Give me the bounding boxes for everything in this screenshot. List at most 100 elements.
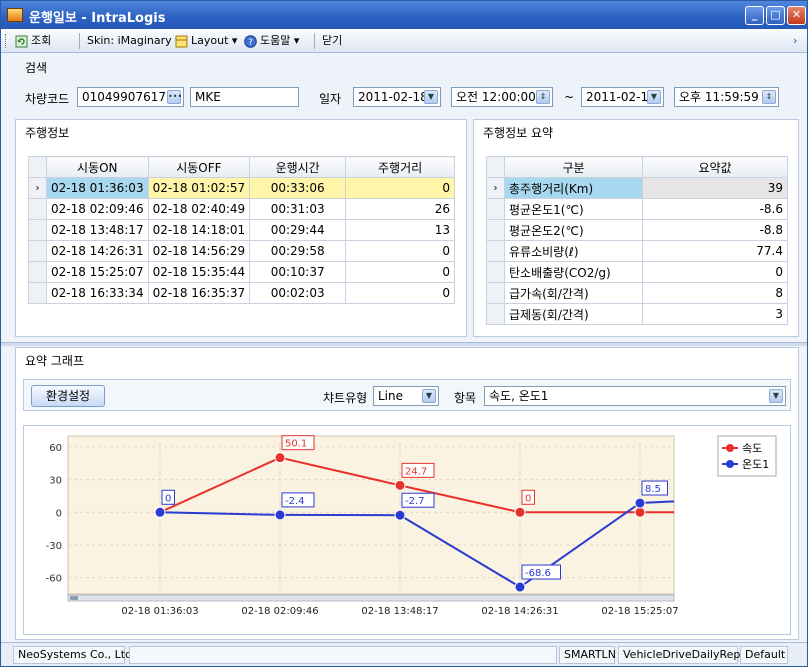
row-header bbox=[486, 303, 505, 325]
close-window-button[interactable]: ✕ bbox=[787, 6, 806, 25]
x-tick-label: 02-18 02:09:46 bbox=[241, 606, 318, 617]
vehicle-name-field[interactable]: MKE bbox=[190, 87, 299, 107]
table-cell[interactable]: 평균온도1(℃) bbox=[504, 198, 643, 220]
table-row[interactable]: 평균온도2(℃) -8.8 bbox=[486, 219, 788, 241]
table-cell[interactable]: 00:29:44 bbox=[249, 219, 347, 241]
table-cell[interactable]: 02-18 01:36:03 bbox=[46, 177, 149, 199]
date-from-value: 2011-02-18 bbox=[358, 90, 428, 104]
table-cell[interactable]: 00:31:03 bbox=[249, 198, 347, 220]
item-select[interactable]: 속도, 온도1 ▼ bbox=[484, 386, 786, 406]
spin-icon[interactable]: ⇕ bbox=[762, 90, 776, 104]
help-menu-label: 도움말 bbox=[260, 34, 291, 47]
table-cell[interactable]: 8 bbox=[642, 282, 788, 304]
table-row[interactable]: 02-18 14:26:31 02-18 14:56:29 00:29:58 0 bbox=[28, 240, 455, 262]
table-row[interactable]: › 총주행거리(Km) 39 bbox=[486, 177, 788, 199]
help-menu[interactable]: ? 도움말 ▾ bbox=[244, 33, 299, 49]
minimize-button[interactable]: _ bbox=[745, 6, 764, 25]
table-row[interactable]: 유류소비량(ℓ) 77.4 bbox=[486, 240, 788, 262]
table-cell[interactable]: 급제동(회/간격) bbox=[504, 303, 643, 325]
table-cell[interactable]: 00:02:03 bbox=[249, 282, 347, 304]
legend-marker bbox=[726, 460, 734, 468]
splitter[interactable] bbox=[1, 342, 807, 346]
table-cell[interactable]: 13 bbox=[345, 219, 455, 241]
table-cell[interactable]: 02-18 01:02:57 bbox=[147, 177, 251, 199]
time-to-spinner[interactable]: 오후 11:59:59 ⇕ bbox=[674, 87, 779, 107]
table-cell[interactable]: 0 bbox=[642, 261, 788, 283]
search-toolbar-button[interactable]: 조회 bbox=[15, 33, 51, 49]
table-cell[interactable]: 02-18 15:25:07 bbox=[46, 261, 149, 283]
table-cell[interactable]: 급가속(회/간격) bbox=[504, 282, 643, 304]
table-row[interactable]: 급제동(회/간격) 3 bbox=[486, 303, 788, 325]
table-cell[interactable]: 77.4 bbox=[642, 240, 788, 262]
table-row[interactable]: 평균온도1(℃) -8.6 bbox=[486, 198, 788, 220]
table-cell[interactable]: 02-18 02:40:49 bbox=[147, 198, 251, 220]
table-cell[interactable]: 평균온도2(℃) bbox=[504, 219, 643, 241]
table-cell[interactable]: 유류소비량(ℓ) bbox=[504, 240, 643, 262]
table-row[interactable]: 02-18 13:48:17 02-18 14:18:01 00:29:44 1… bbox=[28, 219, 455, 241]
date-from-picker[interactable]: 2011-02-18 ▼ bbox=[353, 87, 441, 107]
table-cell[interactable]: 00:10:37 bbox=[249, 261, 347, 283]
table-cell[interactable]: 02-18 14:56:29 bbox=[147, 240, 251, 262]
column-header[interactable]: 시동ON bbox=[46, 156, 149, 178]
table-cell[interactable]: 0 bbox=[345, 240, 455, 262]
chevron-down-icon[interactable]: ▼ bbox=[422, 389, 436, 403]
column-header[interactable]: 주행거리 bbox=[345, 156, 455, 178]
table-row[interactable]: 02-18 16:33:34 02-18 16:35:37 00:02:03 0 bbox=[28, 282, 455, 304]
settings-button[interactable]: 환경설정 bbox=[31, 385, 105, 407]
table-cell[interactable]: 02-18 15:35:44 bbox=[147, 261, 251, 283]
table-cell[interactable]: 총주행거리(Km) bbox=[504, 177, 643, 199]
y-tick-label: -30 bbox=[46, 541, 62, 552]
table-cell[interactable]: 02-18 14:26:31 bbox=[46, 240, 149, 262]
legend-label: 온도1 bbox=[742, 458, 769, 471]
table-cell[interactable]: 00:29:58 bbox=[249, 240, 347, 262]
column-header[interactable]: 운행시간 bbox=[249, 156, 347, 178]
table-header-row: 구분 요약값 bbox=[486, 156, 788, 178]
table-row[interactable]: 급가속(회/간격) 8 bbox=[486, 282, 788, 304]
status-code: SMARTLN bbox=[559, 646, 616, 664]
table-row[interactable]: 탄소배출량(CO2/g) 0 bbox=[486, 261, 788, 283]
table-cell[interactable]: 02-18 02:09:46 bbox=[46, 198, 149, 220]
time-from-spinner[interactable]: 오전 12:00:00 ⇕ bbox=[451, 87, 553, 107]
table-row[interactable]: › 02-18 01:36:03 02-18 01:02:57 00:33:06… bbox=[28, 177, 455, 199]
current-row-indicator-icon: › bbox=[28, 177, 47, 199]
layout-menu[interactable]: Layout ▾ bbox=[175, 33, 237, 49]
y-tick-label: -60 bbox=[46, 574, 62, 585]
column-header[interactable]: 시동OFF bbox=[147, 156, 251, 178]
table-cell[interactable]: 탄소배출량(CO2/g) bbox=[504, 261, 643, 283]
table-cell[interactable]: 0 bbox=[345, 261, 455, 283]
chevron-down-icon[interactable]: ▼ bbox=[769, 389, 783, 403]
table-cell[interactable]: 02-18 16:33:34 bbox=[46, 282, 149, 304]
table-cell[interactable]: 3 bbox=[642, 303, 788, 325]
title-bar: 운행일보 - IntraLogis _ □ ✕ bbox=[1, 1, 807, 29]
ellipsis-icon[interactable]: ••• bbox=[167, 90, 182, 104]
table-cell[interactable]: 00:33:06 bbox=[249, 177, 347, 199]
toolbar-grip[interactable] bbox=[5, 34, 8, 48]
app-window: 운행일보 - IntraLogis _ □ ✕ 조회 Skin: iMagina… bbox=[0, 0, 808, 667]
maximize-button[interactable]: □ bbox=[766, 6, 785, 25]
layout-icon bbox=[175, 35, 188, 47]
table-cell[interactable]: 0 bbox=[345, 177, 455, 199]
table-cell[interactable]: 02-18 14:18:01 bbox=[147, 219, 251, 241]
toolbar-overflow-icon[interactable]: › bbox=[793, 33, 797, 49]
table-cell[interactable]: 39 bbox=[642, 177, 788, 199]
chart-type-select[interactable]: Line ▼ bbox=[373, 386, 439, 406]
table-cell[interactable]: 0 bbox=[345, 282, 455, 304]
vehicle-code-field[interactable]: 01049907617 ••• bbox=[77, 87, 184, 107]
chevron-down-icon[interactable]: ▼ bbox=[424, 90, 438, 104]
table-row[interactable]: 02-18 15:25:07 02-18 15:35:44 00:10:37 0 bbox=[28, 261, 455, 283]
table-cell[interactable]: -8.8 bbox=[642, 219, 788, 241]
close-toolbar-button[interactable]: 닫기 bbox=[322, 33, 342, 49]
column-header[interactable]: 요약값 bbox=[642, 156, 788, 178]
column-header[interactable]: 구분 bbox=[504, 156, 643, 178]
skin-menu[interactable]: Skin: iMaginary ▾ bbox=[87, 33, 181, 49]
chevron-down-icon[interactable]: ▼ bbox=[647, 90, 661, 104]
table-cell[interactable]: 26 bbox=[345, 198, 455, 220]
x-tick-label: 02-18 14:26:31 bbox=[481, 606, 558, 617]
table-row[interactable]: 02-18 02:09:46 02-18 02:40:49 00:31:03 2… bbox=[28, 198, 455, 220]
table-cell[interactable]: -8.6 bbox=[642, 198, 788, 220]
spin-icon[interactable]: ⇕ bbox=[536, 90, 550, 104]
date-to-picker[interactable]: 2011-02-18 ▼ bbox=[581, 87, 664, 107]
data-point bbox=[634, 506, 646, 518]
table-cell[interactable]: 02-18 13:48:17 bbox=[46, 219, 149, 241]
table-cell[interactable]: 02-18 16:35:37 bbox=[147, 282, 251, 304]
